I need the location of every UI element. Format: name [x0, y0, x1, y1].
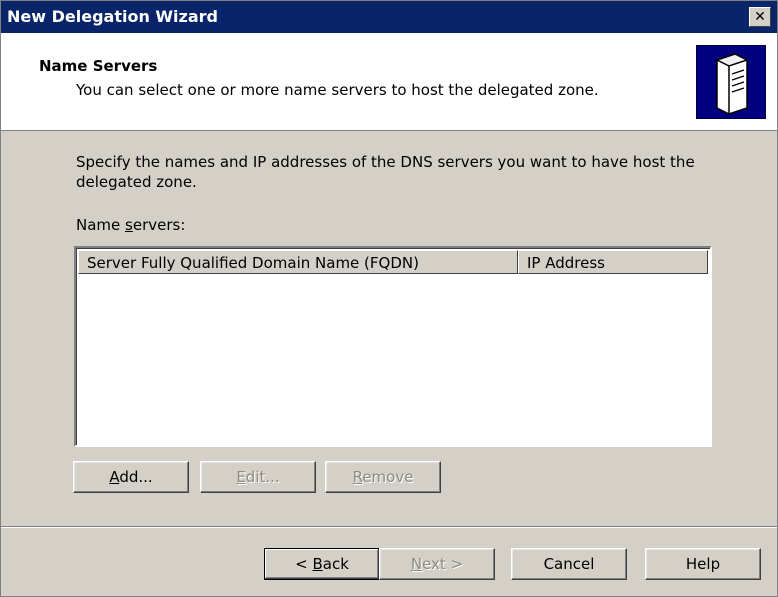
page-title: Name Servers	[39, 57, 158, 75]
instructions-text: Specify the names and IP addresses of th…	[76, 153, 695, 191]
next-button[interactable]: Next >	[379, 548, 495, 580]
wizard-window: New Delegation Wizard ✕ Name Servers You…	[0, 0, 778, 597]
footer-divider	[1, 526, 777, 528]
server-icon	[696, 45, 766, 119]
wizard-content: Specify the names and IP addresses of th…	[1, 131, 777, 526]
wizard-header: Name Servers You can select one or more …	[1, 33, 777, 131]
close-button[interactable]: ✕	[749, 7, 771, 27]
add-button[interactable]: Add...	[73, 461, 189, 493]
cancel-button[interactable]: Cancel	[511, 548, 627, 580]
name-servers-list[interactable]: Server Fully Qualified Domain Name (FQDN…	[74, 246, 712, 447]
name-servers-label: Name servers:	[76, 216, 186, 234]
help-button[interactable]: Help	[645, 548, 761, 580]
title-bar[interactable]: New Delegation Wizard ✕	[1, 1, 777, 33]
close-icon: ✕	[754, 9, 766, 25]
remove-button[interactable]: Remove	[325, 461, 441, 493]
page-subtitle: You can select one or more name servers …	[76, 81, 599, 99]
back-button[interactable]: < Back	[264, 548, 380, 580]
column-header-fqdn[interactable]: Server Fully Qualified Domain Name (FQDN…	[78, 250, 518, 274]
window-title: New Delegation Wizard	[7, 7, 218, 26]
column-header-ip-address[interactable]: IP Address	[518, 250, 708, 274]
edit-button[interactable]: Edit...	[200, 461, 316, 493]
list-header: Server Fully Qualified Domain Name (FQDN…	[78, 250, 708, 276]
